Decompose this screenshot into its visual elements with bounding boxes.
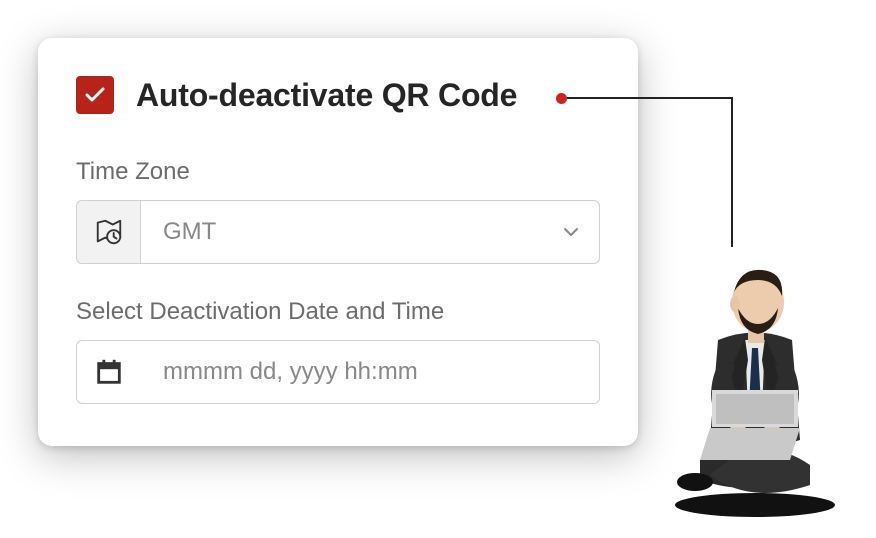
check-icon [83, 83, 107, 107]
timezone-field: Time Zone GMT [76, 158, 600, 264]
chevron-down-icon [561, 222, 581, 242]
card-title: Auto-deactivate QR Code [136, 77, 517, 114]
person-illustration [640, 230, 870, 520]
callout-line-h [567, 97, 733, 99]
auto-deactivate-card: Auto-deactivate QR Code Time Zone GMT Se… [38, 38, 638, 446]
datetime-icon-box [77, 341, 141, 403]
timezone-icon [94, 217, 124, 247]
callout-dot [556, 93, 567, 104]
timezone-value: GMT [141, 201, 543, 263]
card-header: Auto-deactivate QR Code [76, 76, 600, 114]
calendar-icon [94, 357, 124, 387]
datetime-label: Select Deactivation Date and Time [76, 298, 600, 326]
auto-deactivate-checkbox[interactable] [76, 76, 114, 114]
datetime-field: Select Deactivation Date and Time mmmm d… [76, 298, 600, 404]
timezone-select[interactable]: GMT [76, 200, 600, 264]
callout-line-v [731, 97, 733, 247]
timezone-label: Time Zone [76, 158, 600, 186]
timezone-icon-box [77, 201, 141, 263]
timezone-chevron [543, 201, 599, 263]
datetime-placeholder: mmmm dd, yyyy hh:mm [141, 341, 599, 403]
datetime-input[interactable]: mmmm dd, yyyy hh:mm [76, 340, 600, 404]
